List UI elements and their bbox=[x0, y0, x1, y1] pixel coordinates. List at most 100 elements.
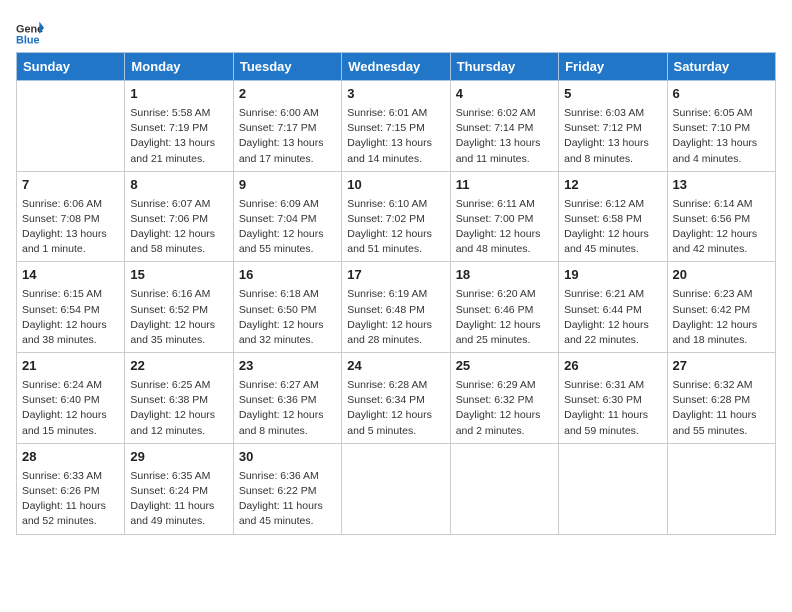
day-info: Sunrise: 6:12 AMSunset: 6:58 PMDaylight:… bbox=[564, 197, 661, 258]
day-number: 27 bbox=[673, 357, 770, 376]
day-number: 3 bbox=[347, 85, 444, 104]
calendar-cell: 5Sunrise: 6:03 AMSunset: 7:12 PMDaylight… bbox=[559, 81, 667, 172]
calendar-cell: 30 Sunrise: 6:36 AMSunset: 6:22 PMDayligh… bbox=[233, 443, 341, 534]
calendar-cell: 20 Sunrise: 6:23 AMSunset: 6:42 PMDayligh… bbox=[667, 262, 775, 353]
day-number: 11 bbox=[456, 176, 553, 195]
calendar-cell bbox=[450, 443, 558, 534]
calendar-cell: 9 Sunrise: 6:09 AMSunset: 7:04 PMDaylight… bbox=[233, 171, 341, 262]
calendar-cell: 17 Sunrise: 6:19 AMSunset: 6:48 PMDayligh… bbox=[342, 262, 450, 353]
calendar-cell: 18 Sunrise: 6:20 AMSunset: 6:46 PMDayligh… bbox=[450, 262, 558, 353]
header-monday: Monday bbox=[125, 53, 233, 81]
header-friday: Friday bbox=[559, 53, 667, 81]
calendar-week-1: 1 Sunrise: 5:58 AMSunset: 7:19 PMDaylight… bbox=[17, 81, 776, 172]
calendar-cell: 4Sunrise: 6:02 AMSunset: 7:14 PMDaylight… bbox=[450, 81, 558, 172]
day-number: 25 bbox=[456, 357, 553, 376]
day-info: Sunrise: 6:31 AMSunset: 6:30 PMDaylight:… bbox=[564, 378, 661, 439]
header-tuesday: Tuesday bbox=[233, 53, 341, 81]
day-info: Sunrise: 5:58 AMSunset: 7:19 PMDaylight:… bbox=[130, 106, 227, 167]
day-info: Sunrise: 6:32 AMSunset: 6:28 PMDaylight:… bbox=[673, 378, 770, 439]
day-info: Sunrise: 6:33 AMSunset: 6:26 PMDaylight:… bbox=[22, 469, 119, 530]
calendar-cell: 19Sunrise: 6:21 AMSunset: 6:44 PMDayligh… bbox=[559, 262, 667, 353]
day-info: Sunrise: 6:21 AMSunset: 6:44 PMDaylight:… bbox=[564, 287, 661, 348]
calendar-cell: 2 Sunrise: 6:00 AMSunset: 7:17 PMDaylight… bbox=[233, 81, 341, 172]
calendar-cell: 12 Sunrise: 6:12 AMSunset: 6:58 PMDayligh… bbox=[559, 171, 667, 262]
day-info: Sunrise: 6:02 AMSunset: 7:14 PMDaylight:… bbox=[456, 106, 553, 167]
day-number: 18 bbox=[456, 266, 553, 285]
header-thursday: Thursday bbox=[450, 53, 558, 81]
header-sunday: Sunday bbox=[17, 53, 125, 81]
calendar-cell: 15 Sunrise: 6:16 AMSunset: 6:52 PMDayligh… bbox=[125, 262, 233, 353]
calendar-cell: 7Sunrise: 6:06 AMSunset: 7:08 PMDaylight… bbox=[17, 171, 125, 262]
calendar-cell: 23 Sunrise: 6:27 AMSunset: 6:36 PMDayligh… bbox=[233, 353, 341, 444]
day-number: 21 bbox=[22, 357, 119, 376]
day-info: Sunrise: 6:25 AMSunset: 6:38 PMDaylight:… bbox=[130, 378, 227, 439]
day-info: Sunrise: 6:23 AMSunset: 6:42 PMDaylight:… bbox=[673, 287, 770, 348]
day-number: 29 bbox=[130, 448, 227, 467]
calendar-cell: 1 Sunrise: 5:58 AMSunset: 7:19 PMDaylight… bbox=[125, 81, 233, 172]
day-number: 6 bbox=[673, 85, 770, 104]
svg-text:Blue: Blue bbox=[16, 34, 40, 46]
day-info: Sunrise: 6:18 AMSunset: 6:50 PMDaylight:… bbox=[239, 287, 336, 348]
day-info: Sunrise: 6:35 AMSunset: 6:24 PMDaylight:… bbox=[130, 469, 227, 530]
day-info: Sunrise: 6:27 AMSunset: 6:36 PMDaylight:… bbox=[239, 378, 336, 439]
day-number: 9 bbox=[239, 176, 336, 195]
day-info: Sunrise: 6:07 AMSunset: 7:06 PMDaylight:… bbox=[130, 197, 227, 258]
day-number: 17 bbox=[347, 266, 444, 285]
day-info: Sunrise: 6:09 AMSunset: 7:04 PMDaylight:… bbox=[239, 197, 336, 258]
calendar-cell: 29 Sunrise: 6:35 AMSunset: 6:24 PMDayligh… bbox=[125, 443, 233, 534]
day-info: Sunrise: 6:16 AMSunset: 6:52 PMDaylight:… bbox=[130, 287, 227, 348]
calendar-cell bbox=[667, 443, 775, 534]
day-info: Sunrise: 6:14 AMSunset: 6:56 PMDaylight:… bbox=[673, 197, 770, 258]
calendar-week-2: 7Sunrise: 6:06 AMSunset: 7:08 PMDaylight… bbox=[17, 171, 776, 262]
calendar-cell bbox=[17, 81, 125, 172]
day-number: 7 bbox=[22, 176, 119, 195]
day-info: Sunrise: 6:11 AMSunset: 7:00 PMDaylight:… bbox=[456, 197, 553, 258]
day-number: 24 bbox=[347, 357, 444, 376]
day-info: Sunrise: 6:20 AMSunset: 6:46 PMDaylight:… bbox=[456, 287, 553, 348]
header-wednesday: Wednesday bbox=[342, 53, 450, 81]
day-number: 26 bbox=[564, 357, 661, 376]
day-number: 1 bbox=[130, 85, 227, 104]
day-number: 2 bbox=[239, 85, 336, 104]
calendar-week-4: 21 Sunrise: 6:24 AMSunset: 6:40 PMDayligh… bbox=[17, 353, 776, 444]
calendar-cell: 25 Sunrise: 6:29 AMSunset: 6:32 PMDayligh… bbox=[450, 353, 558, 444]
day-number: 8 bbox=[130, 176, 227, 195]
day-info: Sunrise: 6:05 AMSunset: 7:10 PMDaylight:… bbox=[673, 106, 770, 167]
header-saturday: Saturday bbox=[667, 53, 775, 81]
calendar-cell: 21 Sunrise: 6:24 AMSunset: 6:40 PMDayligh… bbox=[17, 353, 125, 444]
day-info: Sunrise: 6:19 AMSunset: 6:48 PMDaylight:… bbox=[347, 287, 444, 348]
calendar-week-5: 28Sunrise: 6:33 AMSunset: 6:26 PMDayligh… bbox=[17, 443, 776, 534]
day-info: Sunrise: 6:00 AMSunset: 7:17 PMDaylight:… bbox=[239, 106, 336, 167]
calendar-cell: 26 Sunrise: 6:31 AMSunset: 6:30 PMDayligh… bbox=[559, 353, 667, 444]
calendar-cell: 10 Sunrise: 6:10 AMSunset: 7:02 PMDayligh… bbox=[342, 171, 450, 262]
day-number: 14 bbox=[22, 266, 119, 285]
calendar-cell: 11 Sunrise: 6:11 AMSunset: 7:00 PMDayligh… bbox=[450, 171, 558, 262]
day-info: Sunrise: 6:29 AMSunset: 6:32 PMDaylight:… bbox=[456, 378, 553, 439]
day-number: 12 bbox=[564, 176, 661, 195]
calendar-cell: 28Sunrise: 6:33 AMSunset: 6:26 PMDayligh… bbox=[17, 443, 125, 534]
calendar-cell: 6 Sunrise: 6:05 AMSunset: 7:10 PMDaylight… bbox=[667, 81, 775, 172]
day-number: 16 bbox=[239, 266, 336, 285]
day-number: 30 bbox=[239, 448, 336, 467]
calendar-cell: 14 Sunrise: 6:15 AMSunset: 6:54 PMDayligh… bbox=[17, 262, 125, 353]
day-number: 10 bbox=[347, 176, 444, 195]
calendar-table: SundayMondayTuesdayWednesdayThursdayFrid… bbox=[16, 52, 776, 535]
calendar-cell: 13Sunrise: 6:14 AMSunset: 6:56 PMDayligh… bbox=[667, 171, 775, 262]
calendar-cell: 3 Sunrise: 6:01 AMSunset: 7:15 PMDaylight… bbox=[342, 81, 450, 172]
day-info: Sunrise: 6:01 AMSunset: 7:15 PMDaylight:… bbox=[347, 106, 444, 167]
day-info: Sunrise: 6:36 AMSunset: 6:22 PMDaylight:… bbox=[239, 469, 336, 530]
calendar-header-row: SundayMondayTuesdayWednesdayThursdayFrid… bbox=[17, 53, 776, 81]
day-info: Sunrise: 6:24 AMSunset: 6:40 PMDaylight:… bbox=[22, 378, 119, 439]
day-info: Sunrise: 6:10 AMSunset: 7:02 PMDaylight:… bbox=[347, 197, 444, 258]
calendar-cell bbox=[559, 443, 667, 534]
calendar-week-3: 14 Sunrise: 6:15 AMSunset: 6:54 PMDayligh… bbox=[17, 262, 776, 353]
page-header: General Blue bbox=[16, 16, 776, 48]
day-info: Sunrise: 6:15 AMSunset: 6:54 PMDaylight:… bbox=[22, 287, 119, 348]
day-number: 23 bbox=[239, 357, 336, 376]
day-info: Sunrise: 6:03 AMSunset: 7:12 PMDaylight:… bbox=[564, 106, 661, 167]
day-number: 15 bbox=[130, 266, 227, 285]
day-number: 20 bbox=[673, 266, 770, 285]
logo: General Blue bbox=[16, 20, 46, 48]
calendar-cell: 8 Sunrise: 6:07 AMSunset: 7:06 PMDaylight… bbox=[125, 171, 233, 262]
calendar-cell: 24Sunrise: 6:28 AMSunset: 6:34 PMDayligh… bbox=[342, 353, 450, 444]
